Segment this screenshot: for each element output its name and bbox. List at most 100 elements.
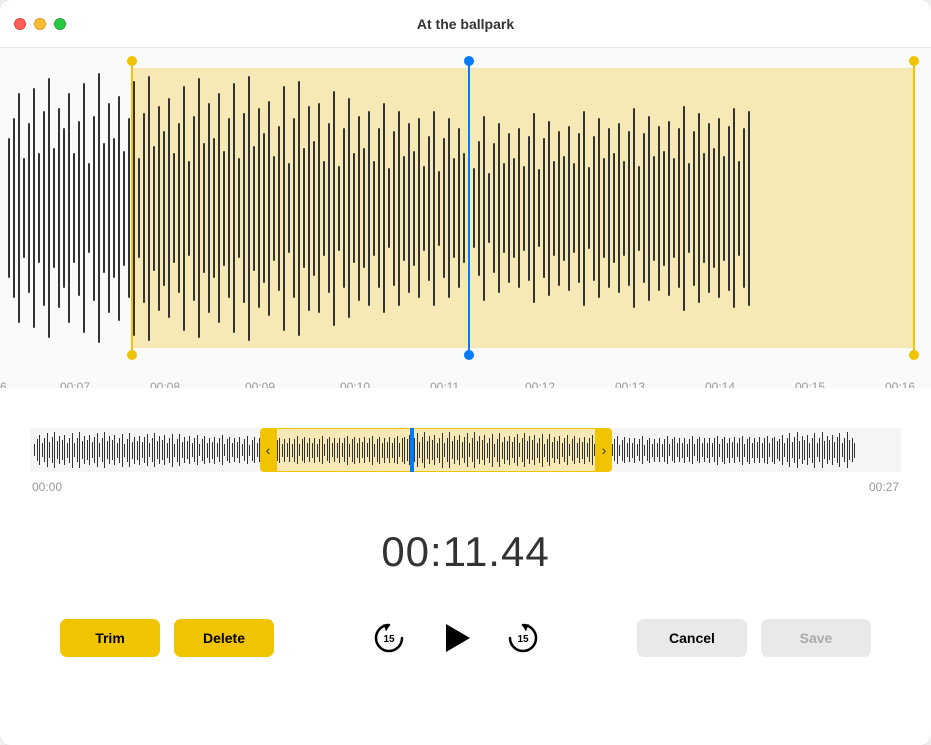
minimize-window-button[interactable] (34, 18, 46, 30)
wave-bar (523, 166, 525, 251)
wave-bar (63, 128, 65, 288)
timeline-label: 00:14 (705, 380, 735, 388)
cancel-button[interactable]: Cancel (637, 619, 747, 657)
wave-bar (248, 76, 250, 341)
overview-wave-bar (329, 437, 330, 463)
save-button[interactable]: Save (761, 619, 871, 657)
wave-bar (413, 151, 415, 266)
overview-wave-bar (502, 442, 503, 459)
overview-wave-bar (549, 434, 550, 466)
wave-bar (58, 108, 60, 308)
wave-bar (408, 123, 410, 293)
overview-wave-bar (139, 436, 140, 465)
wave-bar (708, 123, 710, 293)
overview-wave-bar (244, 439, 245, 461)
overview-wave-bar (807, 435, 808, 465)
wave-bar (673, 158, 675, 258)
wave-bar (723, 156, 725, 261)
timeline-label: 00:10 (340, 380, 370, 388)
wave-bar (428, 136, 430, 281)
overview-wave-bar (332, 443, 333, 457)
overview-wave-bar (224, 444, 225, 456)
overview-wave-bar (342, 443, 343, 457)
overview-playhead[interactable] (410, 428, 414, 472)
overview-wave-bar (737, 443, 738, 457)
timeline-label: 00:09 (245, 380, 275, 388)
wave-bar (168, 98, 170, 318)
overview-wave-bar (314, 438, 315, 463)
overview-wave-bar (109, 436, 110, 464)
overview-wave-bar (684, 438, 685, 463)
wave-bar (608, 128, 610, 288)
timeline-label: 6 (0, 380, 7, 388)
overview-wave-bar (282, 444, 283, 457)
overview-wave-bar (789, 433, 790, 467)
overview-wave-bar (614, 439, 615, 461)
overview-wave-bar (474, 432, 475, 468)
overview-wave-bar (362, 442, 363, 458)
overview-wave-bar (584, 437, 585, 464)
overview-wave-bar (692, 436, 693, 464)
wave-bar (218, 93, 220, 323)
main-playhead[interactable] (468, 60, 470, 356)
overview-wave-bar (254, 437, 255, 463)
overview-wave-bar (644, 445, 645, 456)
playback-controls: 15 15 (370, 618, 542, 658)
overview-wave-bar (784, 443, 785, 457)
main-trim-handle-right[interactable] (913, 60, 915, 356)
wave-bar (543, 138, 545, 278)
overview-wave-bar (44, 438, 45, 462)
overview-wave-bar (487, 443, 488, 458)
overview-wave-bar (524, 433, 525, 467)
overview-wave-bar (642, 436, 643, 464)
skip-forward-15-button[interactable]: 15 (504, 619, 542, 657)
wave-bar (653, 156, 655, 261)
wave-bar (488, 173, 490, 243)
overview-wave-bar (774, 437, 775, 464)
wave-bar (223, 151, 225, 266)
overview-wave-bar (219, 438, 220, 462)
overview-wave-bar (327, 439, 328, 461)
overview-wave-bar (142, 442, 143, 458)
overview-trim-handle-right[interactable]: › (596, 428, 612, 472)
trim-button[interactable]: Trim (60, 619, 160, 657)
overview-wave-bar (569, 444, 570, 456)
overview-wave-bar (357, 443, 358, 458)
overview-wave-bar (704, 438, 705, 462)
overview-wave-bar (712, 443, 713, 457)
overview-wave-bar (177, 439, 178, 462)
overview-wave-bar (679, 438, 680, 462)
wave-bar (668, 121, 670, 296)
wave-bar (8, 138, 10, 278)
overview-trim-handle-left[interactable]: ‹ (260, 428, 276, 472)
wave-bar (173, 153, 175, 263)
overview-wave-bar (757, 442, 758, 458)
overview-waveform[interactable]: ‹ › (30, 428, 901, 472)
maximize-window-button[interactable] (54, 18, 66, 30)
wave-bar (538, 169, 540, 247)
wave-bar (703, 153, 705, 263)
delete-button[interactable]: Delete (174, 619, 274, 657)
play-button[interactable] (436, 618, 476, 658)
overview-wave-bar (352, 439, 353, 462)
overview-wave-bar (442, 433, 443, 468)
wave-bar (418, 118, 420, 298)
wave-bar (383, 103, 385, 313)
overview-wave-bar (159, 436, 160, 464)
close-window-button[interactable] (14, 18, 26, 30)
wave-bar (303, 148, 305, 268)
wave-bar (338, 166, 340, 251)
overview-wave-bar (52, 437, 53, 463)
overview-wave-bar (367, 443, 368, 457)
overview-wave-bar (567, 435, 568, 465)
skip-back-15-button[interactable]: 15 (370, 619, 408, 657)
main-waveform-area[interactable]: 600:0700:0800:0900:1000:1100:1200:1300:1… (0, 48, 931, 388)
overview-wave-bar (94, 437, 95, 463)
overview-wave-bar (552, 442, 553, 458)
overview-wave-bar (349, 444, 350, 457)
titlebar: At the ballpark (0, 0, 931, 48)
overview-wave-bar (759, 437, 760, 463)
overview-wave-bar (564, 438, 565, 462)
overview-wave-bar (239, 437, 240, 463)
main-trim-handle-left[interactable] (131, 60, 133, 356)
